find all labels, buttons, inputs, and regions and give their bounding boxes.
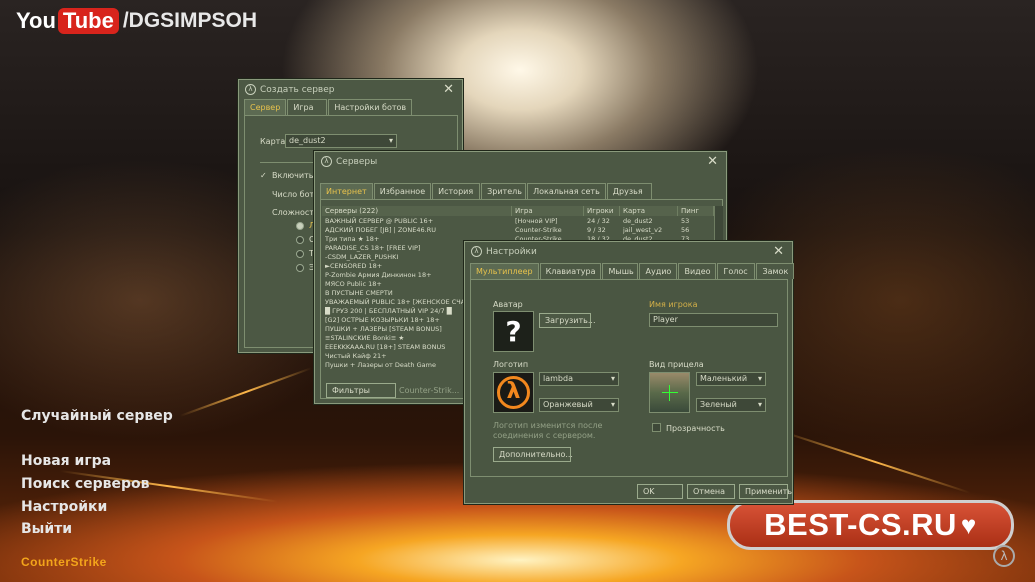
tab-lan[interactable]: Локальная сеть [527, 183, 606, 199]
brand-badge-text: BEST-CS.RU [764, 507, 957, 542]
radio-difficulty-2[interactable] [296, 236, 304, 244]
check-icon[interactable]: ✓ [260, 171, 267, 180]
tab-server[interactable]: Сервер [244, 99, 287, 115]
cell-map: jail_west_v2 [623, 226, 663, 234]
cell-players: 9 / 32 [587, 226, 606, 234]
tab-lock[interactable]: Замок [756, 263, 795, 279]
close-icon[interactable]: ✕ [773, 244, 784, 259]
radio-difficulty-1[interactable] [296, 222, 304, 230]
window-title: Настройки [486, 246, 537, 257]
cell-game: [Ночной VIP] [515, 217, 558, 225]
crosshair-color-dropdown[interactable]: Зеленый [696, 398, 766, 412]
youtube-tube-text: Tube [57, 8, 119, 34]
player-name-input[interactable]: Player [649, 313, 778, 327]
crosshair-size-dropdown[interactable]: Маленький [696, 372, 766, 386]
close-icon[interactable]: ✕ [443, 82, 454, 97]
tab-spectator[interactable]: Зритель [481, 183, 527, 199]
lambda-icon: λ [471, 246, 482, 257]
window-title: Создать сервер [260, 84, 335, 95]
tab-bot-settings[interactable]: Настройки ботов [328, 99, 413, 115]
tab-keyboard[interactable]: Клавиатура [539, 263, 602, 279]
tab-game[interactable]: Игра [287, 99, 328, 115]
brand-badge: BEST-CS.RU ♥ [727, 500, 1014, 550]
cell-ping: 56 [681, 226, 690, 234]
tab-audio[interactable]: Аудио [639, 263, 678, 279]
logo-note: Логотип изменится после соединения с сер… [493, 421, 603, 440]
multiplayer-panel: Аватар ? Загрузить... Имя игрока Player … [470, 279, 788, 477]
youtube-you-text: You [16, 8, 56, 33]
map-dropdown[interactable]: de_dust2 [285, 134, 397, 148]
settings-window: λ Настройки ✕ Мультиплеер Клавиатура Мышь… [464, 241, 795, 504]
transparency-checkbox[interactable] [652, 423, 661, 432]
close-icon[interactable]: ✕ [707, 154, 718, 169]
lambda-icon: λ [993, 545, 1015, 567]
crosshair-label: Вид прицела [649, 360, 704, 369]
cell-name: АДСКИЙ ПОБЕГ [JB] | ZONE46.RU [325, 226, 436, 234]
tab-internet[interactable]: Интернет [320, 183, 373, 199]
tab-video[interactable]: Видео [678, 263, 717, 279]
player-name-label: Имя игрока [649, 300, 698, 309]
ok-button[interactable]: OK [637, 484, 683, 499]
apply-button[interactable]: Применить [739, 484, 792, 499]
lambda-icon: λ [321, 156, 332, 167]
avatar-label: Аватар [493, 300, 523, 309]
menu-new-game[interactable]: Новая игра [21, 453, 111, 469]
advanced-button[interactable]: Дополнительно... [493, 447, 573, 462]
cell-map: de_dust2 [623, 217, 653, 225]
cell-players: 24 / 32 [587, 217, 610, 225]
difficulty-label: Сложность [272, 208, 319, 217]
table-row[interactable]: ВАЖНЫЙ СЕРВЕР @ PUBLIC 16+ [Ночной VIP] 24… [322, 217, 714, 226]
counter-strike-logo: CounterStrike [21, 555, 107, 569]
channel-name: /DGSIMPSOH [122, 9, 258, 32]
tab-friends[interactable]: Друзья [606, 183, 652, 199]
filter-game-label: Counter-Strik... [399, 386, 460, 395]
tab-mouse[interactable]: Мышь [602, 263, 639, 279]
window-title: Серверы [336, 156, 378, 167]
radio-difficulty-4[interactable] [296, 264, 304, 272]
column-header-servers[interactable]: Серверы (222) [322, 206, 512, 216]
menu-settings[interactable]: Настройки [21, 499, 107, 515]
cell-ping: 53 [681, 217, 690, 225]
youtube-watermark: You Tube /DGSIMPSOH [16, 8, 257, 34]
lambda-icon: λ [245, 84, 256, 95]
filters-button[interactable]: Фильтры [326, 383, 396, 398]
menu-random-server[interactable]: Случайный сервер [21, 408, 173, 424]
cell-name: ВАЖНЫЙ СЕРВЕР @ PUBLIC 16+ [325, 217, 434, 225]
tab-history[interactable]: История [432, 183, 481, 199]
avatar-image: ? [493, 311, 534, 352]
cancel-button[interactable]: Отмена [687, 484, 735, 499]
tab-multiplayer[interactable]: Мультиплеер [470, 263, 539, 279]
crosshair-preview [649, 372, 690, 413]
lambda-logo-icon: λ [493, 372, 534, 413]
menu-find-servers[interactable]: Поиск серверов [21, 476, 150, 492]
upload-button[interactable]: Загрузить... [539, 313, 596, 328]
menu-quit[interactable]: Выйти [21, 521, 72, 537]
logo-label: Логотип [493, 360, 529, 369]
transparency-label: Прозрачность [666, 424, 725, 433]
radio-difficulty-3[interactable] [296, 250, 304, 258]
heart-icon: ♥ [960, 509, 977, 540]
map-label: Карта [260, 137, 286, 146]
column-header-players[interactable]: Игроки [584, 206, 620, 216]
tab-favorites[interactable]: Избранное [373, 183, 432, 199]
logo-color-dropdown[interactable]: Оранжевый [539, 398, 619, 412]
column-header-ping[interactable]: Пинг [678, 206, 714, 216]
column-header-map[interactable]: Карта [620, 206, 678, 216]
logo-dropdown[interactable]: lambda [539, 372, 619, 386]
cell-game: Counter-Strike [515, 226, 562, 234]
table-row[interactable]: АДСКИЙ ПОБЕГ [JB] | ZONE46.RU Counter-Str… [322, 226, 714, 235]
tab-voice[interactable]: Голос [717, 263, 756, 279]
column-header-game[interactable]: Игра [512, 206, 584, 216]
